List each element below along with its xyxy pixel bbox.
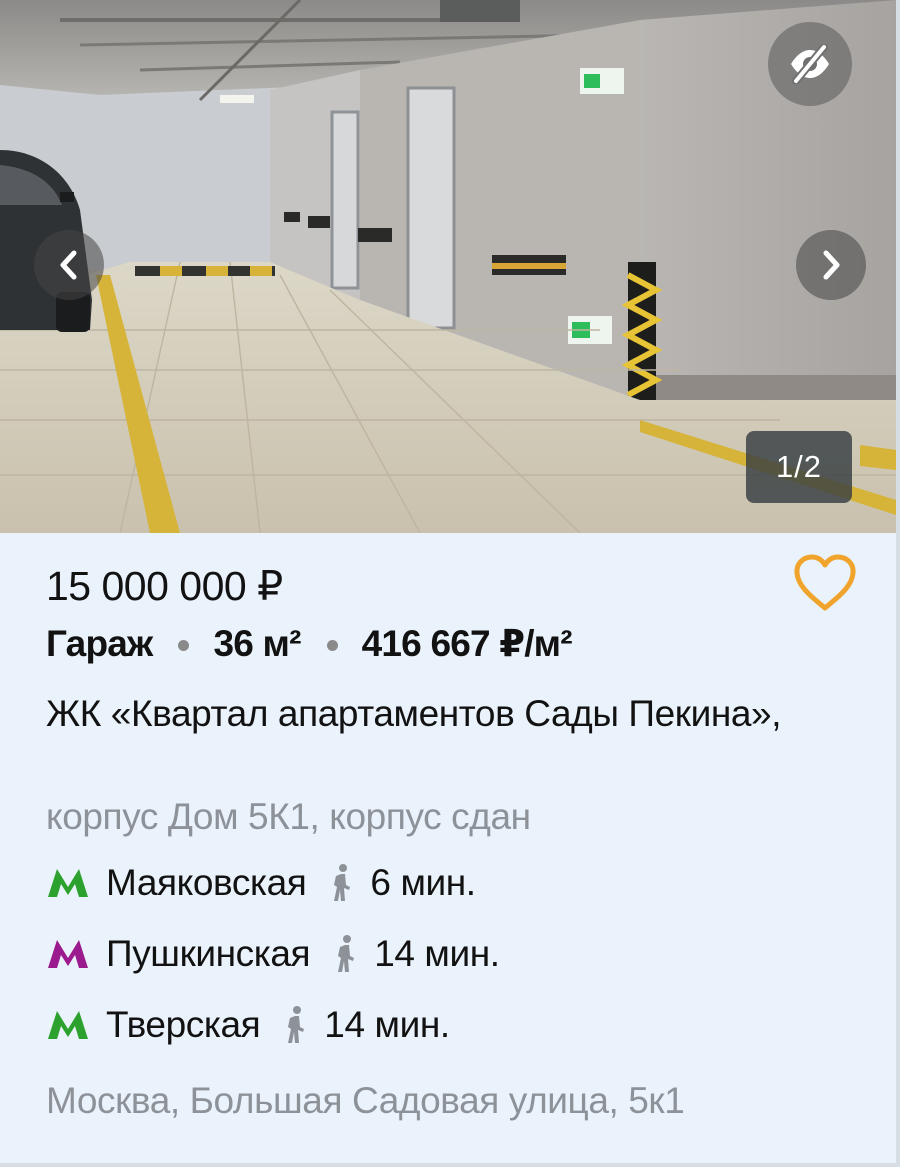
pedestrian-icon <box>338 935 355 972</box>
metro-station-name: Маяковская <box>106 862 307 903</box>
photo-counter: 1/2 <box>746 431 852 503</box>
chevron-right-icon <box>823 250 840 280</box>
pedestrian-icon <box>334 864 351 901</box>
listing-params: Гараж 36 м² 416 667 ₽/м² <box>46 622 573 665</box>
walking-time: 14 мин. <box>374 933 500 974</box>
listing-address: Москва, Большая Садовая улица, 5к1 <box>46 1080 685 1121</box>
separator-dot <box>178 640 190 651</box>
previous-photo-button[interactable] <box>34 230 104 300</box>
separator-dot <box>326 640 338 651</box>
property-type: Гараж <box>46 622 153 664</box>
metro-station-row: Пушкинская 14 мин. <box>46 933 500 975</box>
metro-station-row: Маяковская 6 мин. <box>46 862 476 904</box>
metro-station-name: Тверская <box>106 1004 261 1045</box>
metro-icon <box>48 869 88 897</box>
photo-gallery[interactable]: 1/2 <box>0 0 896 533</box>
pedestrian-icon <box>288 1006 305 1043</box>
listing-price: 15 000 000 ₽ <box>46 563 283 609</box>
heart-outline-icon[interactable] <box>792 552 858 614</box>
metro-icon <box>48 940 88 968</box>
chevron-left-icon <box>60 250 77 280</box>
metro-station-row: Тверская 14 мин. <box>46 1004 450 1046</box>
listing-card[interactable]: 1/2 15 000 000 ₽ Гараж 36 м² 416 667 ₽/м… <box>0 0 900 1167</box>
next-photo-button[interactable] <box>796 230 866 300</box>
hide-listing-button[interactable] <box>768 22 852 106</box>
building-info: корпус Дом 5К1, корпус сдан <box>46 796 531 837</box>
walking-time: 14 мин. <box>324 1004 450 1045</box>
metro-station-name: Пушкинская <box>106 933 311 974</box>
price-per-square-meter: 416 667 ₽/м² <box>361 623 573 664</box>
residential-complex-link[interactable]: ЖК «Квартал апартаментов Сады Пекина», <box>46 688 846 740</box>
walking-time: 6 мин. <box>370 862 476 903</box>
metro-icon <box>48 1011 88 1039</box>
eye-crossed-icon <box>791 44 829 84</box>
property-area: 36 м² <box>213 622 301 664</box>
